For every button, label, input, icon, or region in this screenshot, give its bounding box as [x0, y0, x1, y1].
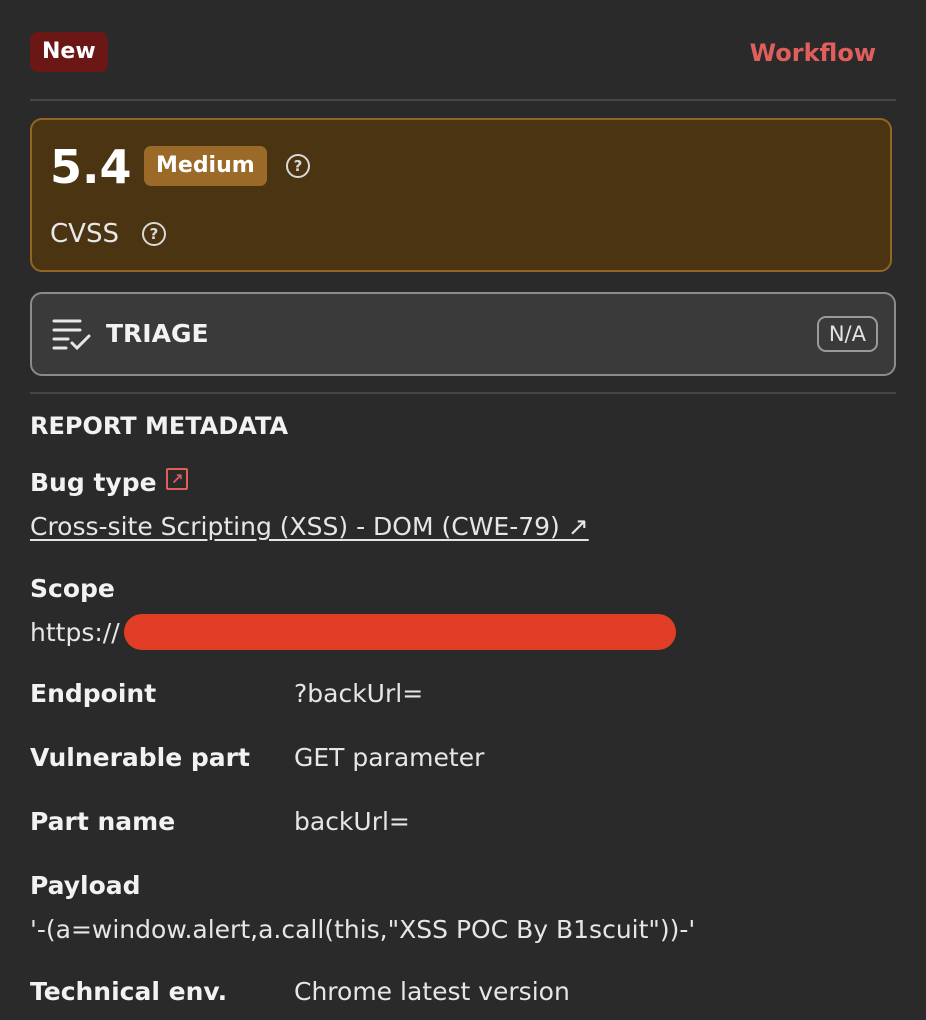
vulnerable-part-label: Vulnerable part	[30, 743, 250, 772]
vulnerable-part-value: GET parameter	[294, 743, 485, 772]
report-sidebar: New Workflow 5.4 Medium ? CVSS ? TRIAGE …	[0, 0, 926, 1020]
redaction-bar	[124, 614, 676, 650]
part-name-label: Part name	[30, 807, 176, 836]
payload-value: '-(a=window.alert,a.call(this,"XSS POC B…	[30, 915, 696, 944]
header-divider	[30, 99, 896, 101]
section-title-report-metadata: REPORT METADATA	[30, 412, 289, 440]
bug-type-link[interactable]: Cross-site Scripting (XSS) - DOM (CWE-79…	[30, 510, 589, 544]
metadata-divider	[30, 392, 896, 394]
technical-env-label: Technical env.	[30, 977, 228, 1006]
list-check-icon	[52, 319, 91, 351]
technical-env-value: Chrome latest version	[294, 977, 570, 1006]
triage-title: TRIAGE	[106, 319, 209, 348]
workflow-link[interactable]: Workflow	[750, 36, 876, 70]
endpoint-value: ?backUrl=	[294, 679, 424, 708]
payload-label: Payload	[30, 871, 141, 900]
cvss-card: 5.4 Medium ? CVSS ?	[30, 118, 892, 272]
scope-value: https://	[30, 618, 120, 647]
scope-label: Scope	[30, 574, 115, 603]
external-link-icon[interactable]: ↗	[166, 468, 188, 490]
bug-type-label: Bug type	[30, 468, 157, 497]
severity-badge: Medium	[144, 146, 267, 186]
cvss-help-icon[interactable]: ?	[142, 222, 166, 246]
triage-button[interactable]: TRIAGE N/A	[30, 292, 896, 376]
cvss-label: CVSS	[50, 219, 119, 249]
severity-help-icon[interactable]: ?	[286, 154, 310, 178]
part-name-value: backUrl=	[294, 807, 410, 836]
triage-status-badge: N/A	[816, 316, 878, 352]
report-header: New Workflow	[30, 32, 896, 74]
endpoint-label: Endpoint	[30, 679, 157, 708]
status-badge: New	[30, 32, 108, 72]
cvss-score: 5.4	[50, 140, 132, 194]
